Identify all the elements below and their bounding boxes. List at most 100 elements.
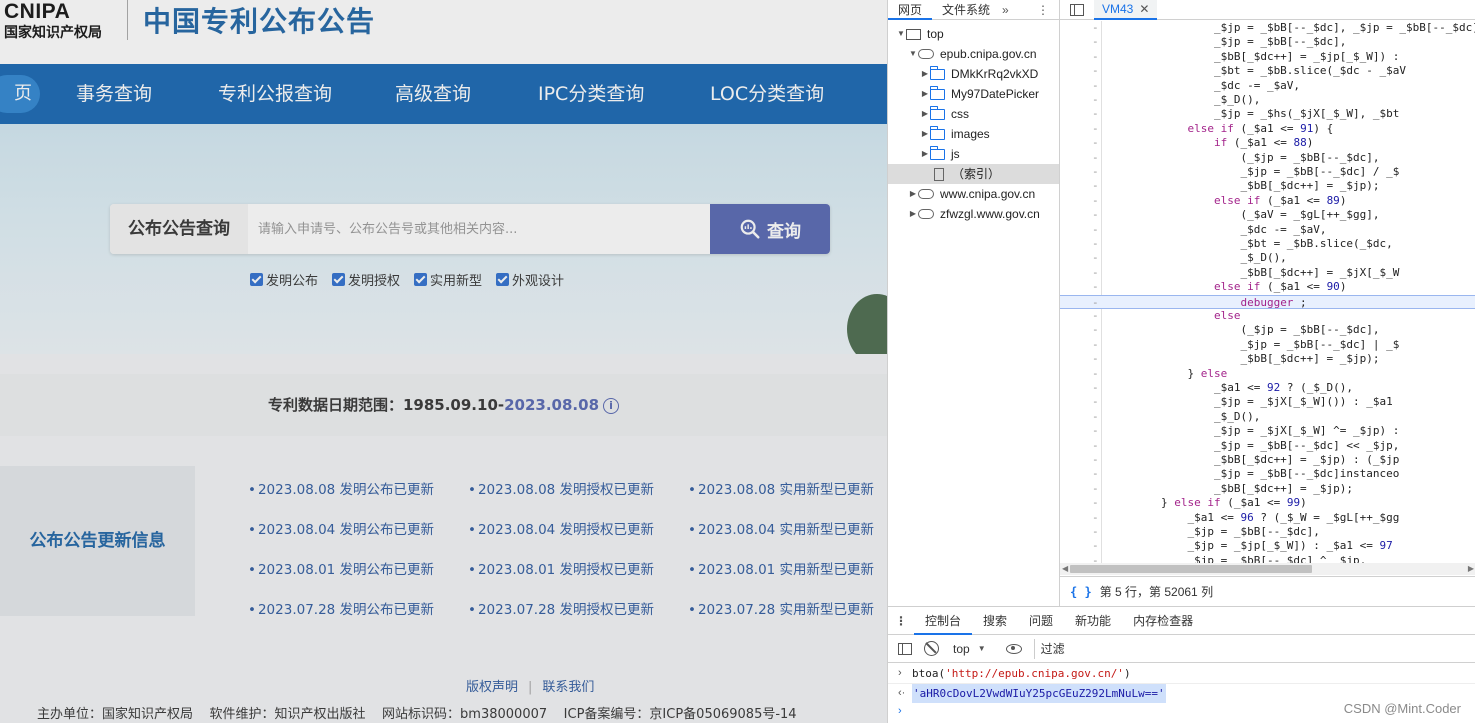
update-link[interactable]: 2023.08.04 发明授权已更新 [468, 518, 654, 538]
update-link[interactable]: 2023.07.28 实用新型已更新 [688, 598, 874, 618]
chevron-right-icon[interactable]: ▶ [920, 84, 930, 104]
checkbox-utility-model[interactable]: 实用新型 [414, 270, 482, 289]
editor-tab-vm[interactable]: VM43 ✕ [1094, 0, 1158, 20]
tab-page[interactable]: 网页 [888, 0, 933, 20]
nav-item-affairs[interactable]: 事务查询 [76, 64, 152, 124]
footer-link-contact[interactable]: 联系我们 [542, 680, 594, 695]
line-marker[interactable]: - [1092, 338, 1099, 352]
toggle-navigator-icon[interactable] [1070, 3, 1084, 16]
nav-item-advanced[interactable]: 高级查询 [395, 64, 471, 124]
update-link[interactable]: 2023.08.04 发明公布已更新 [248, 518, 434, 538]
checkbox-checked-icon[interactable] [332, 273, 346, 286]
line-marker[interactable]: - [1092, 280, 1099, 294]
more-tabs-icon[interactable]: » [1002, 3, 1009, 17]
context-selector[interactable]: top ▼ [953, 642, 986, 656]
update-link[interactable]: 2023.08.08 发明授权已更新 [468, 478, 654, 498]
update-link[interactable]: 2023.08.08 发明公布已更新 [248, 478, 434, 498]
scroll-left-icon[interactable]: ◀ [1062, 563, 1068, 575]
chevron-right-icon[interactable]: ▶ [920, 64, 930, 84]
chevron-right-icon[interactable]: ▶ [920, 124, 930, 144]
line-marker[interactable]: - [1092, 194, 1099, 208]
tree-item[interactable]: （索引） [888, 164, 1059, 184]
line-marker[interactable]: - [1092, 93, 1099, 107]
line-marker[interactable]: - [1092, 439, 1099, 453]
line-marker[interactable]: - [1092, 79, 1099, 93]
console-sidebar-icon[interactable] [898, 642, 912, 655]
drawer-menu-icon[interactable]: ⋮ [888, 614, 914, 628]
tab-filesystem[interactable]: 文件系统 [932, 0, 1000, 20]
nav-item-loc[interactable]: LOC分类查询 [710, 64, 824, 124]
tab-search[interactable]: 搜索 [972, 607, 1018, 635]
tree-item[interactable]: ▶ images [888, 124, 990, 144]
tab-whats-new[interactable]: 新功能 [1064, 607, 1122, 635]
line-marker[interactable]: - [1092, 266, 1099, 280]
line-marker[interactable]: - [1092, 482, 1099, 496]
tree-item[interactable]: ▶ My97DatePicker [888, 84, 1039, 104]
tree-item[interactable]: ▶ css [888, 104, 969, 124]
line-marker[interactable]: - [1092, 424, 1099, 438]
update-link[interactable]: 2023.07.28 发明公布已更新 [248, 598, 434, 618]
clear-console-icon[interactable] [924, 641, 939, 656]
line-marker[interactable]: - [1092, 21, 1099, 35]
line-marker[interactable]: - [1092, 179, 1099, 193]
checkbox-invention-grant[interactable]: 发明授权 [332, 270, 400, 289]
update-link[interactable]: 2023.07.28 发明授权已更新 [468, 598, 654, 618]
line-marker[interactable]: - [1092, 352, 1099, 366]
tab-memory-inspector[interactable]: 内存检查器 [1122, 607, 1204, 635]
line-marker[interactable]: - [1092, 511, 1099, 525]
line-marker[interactable]: - [1092, 64, 1099, 78]
chevron-down-icon[interactable]: ▼ [908, 44, 918, 64]
close-icon[interactable]: ✕ [1139, 0, 1149, 19]
line-marker[interactable]: - [1092, 122, 1099, 136]
line-marker[interactable]: - [1092, 323, 1099, 337]
checkbox-design[interactable]: 外观设计 [496, 270, 564, 289]
tree-item[interactable]: ▶ www.cnipa.gov.cn [888, 184, 1035, 204]
update-link[interactable]: 2023.08.01 发明授权已更新 [468, 558, 654, 578]
line-marker[interactable]: - [1092, 165, 1099, 179]
line-marker[interactable]: - [1092, 151, 1099, 165]
search-input[interactable] [258, 204, 708, 254]
tab-issues[interactable]: 问题 [1018, 607, 1064, 635]
nav-item-gazette[interactable]: 专利公报查询 [218, 64, 332, 124]
chevron-right-icon[interactable]: ▶ [908, 204, 918, 224]
line-marker[interactable]: - [1092, 296, 1099, 310]
nav-home[interactable]: 页 [0, 75, 40, 113]
info-icon[interactable]: i [603, 398, 620, 414]
nav-item-ipc[interactable]: IPC分类查询 [538, 64, 644, 124]
tab-console[interactable]: 控制台 [914, 607, 973, 635]
line-marker[interactable]: - [1092, 107, 1099, 121]
tree-item[interactable]: ▼ epub.cnipa.gov.cn [888, 44, 1036, 64]
update-link[interactable]: 2023.08.08 实用新型已更新 [688, 478, 874, 498]
live-expression-eye-icon[interactable] [1005, 643, 1022, 654]
line-marker[interactable]: - [1092, 496, 1099, 510]
line-marker[interactable]: - [1092, 136, 1099, 150]
line-marker[interactable]: - [1092, 539, 1099, 553]
search-button[interactable]: 查询 [710, 204, 830, 254]
console-result-text[interactable]: 'aHR0cDovL2VwdWIuY25pcGEuZ292LmNuLw==' [912, 684, 1166, 703]
checkbox-checked-icon[interactable] [414, 273, 428, 286]
scroll-right-icon[interactable]: ▶ [1468, 563, 1474, 575]
code-view[interactable]: - _$jp = _$bB[--_$dc], _$jp = _$bB[--_$d… [1060, 21, 1475, 563]
update-link[interactable]: 2023.08.01 实用新型已更新 [688, 558, 874, 578]
line-marker[interactable]: - [1092, 237, 1099, 251]
line-marker[interactable]: - [1092, 395, 1099, 409]
chevron-down-icon[interactable]: ▼ [896, 24, 906, 44]
line-marker[interactable]: - [1092, 467, 1099, 481]
line-marker[interactable]: - [1092, 525, 1099, 539]
chevron-right-icon[interactable]: ▶ [920, 104, 930, 124]
line-marker[interactable]: - [1092, 367, 1099, 381]
line-marker[interactable]: - [1092, 381, 1099, 395]
line-marker[interactable]: - [1092, 309, 1099, 323]
console-filter-input[interactable] [1033, 638, 1475, 659]
line-marker[interactable]: - [1092, 50, 1099, 64]
footer-link-copyright[interactable]: 版权声明 [466, 680, 518, 695]
line-marker[interactable]: - [1092, 410, 1099, 424]
checkbox-checked-icon[interactable] [250, 273, 263, 286]
update-link[interactable]: 2023.08.04 实用新型已更新 [688, 518, 874, 538]
chevron-right-icon[interactable]: ▶ [908, 184, 918, 204]
checkbox-checked-icon[interactable] [496, 273, 510, 286]
update-link[interactable]: 2023.08.01 发明公布已更新 [248, 558, 434, 578]
tree-item[interactable]: ▶ zfwzgl.www.gov.cn [888, 204, 1040, 224]
line-marker[interactable]: - [1092, 554, 1099, 563]
pretty-print-icon[interactable]: { } [1070, 577, 1092, 607]
